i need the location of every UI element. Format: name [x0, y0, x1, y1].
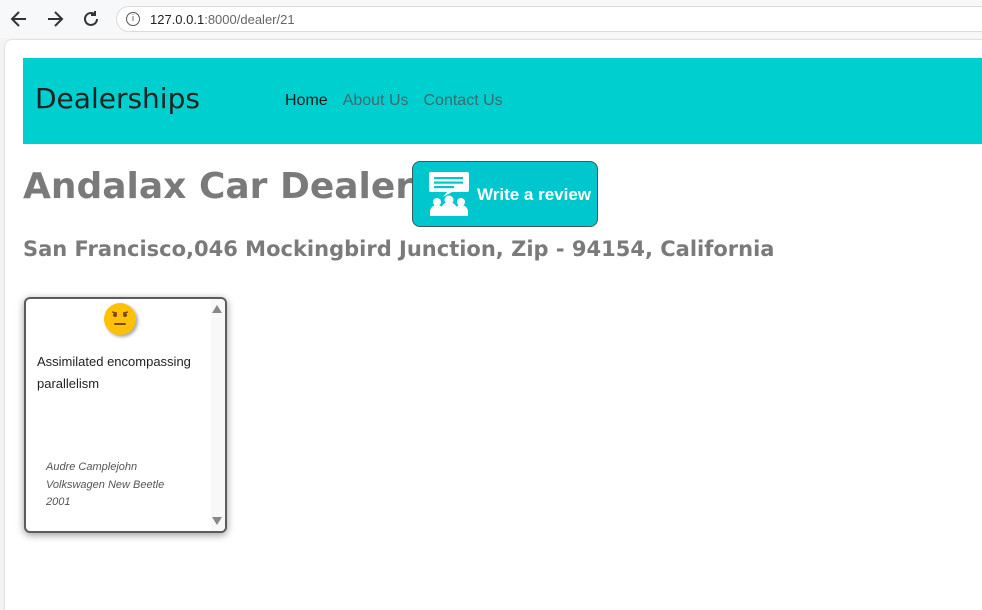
review-text: Assimilated encompassing parallelism	[37, 354, 191, 391]
write-review-label: Write a review	[477, 185, 592, 204]
page-viewport: Dealerships Home About Us Contact Us And…	[4, 39, 982, 610]
browser-toolbar: i 127.0.0.1:8000/dealer/21	[0, 0, 982, 38]
car-year: 2001	[46, 496, 71, 508]
nav-links: Home About Us Contact Us	[285, 92, 503, 110]
top-navbar: Dealerships Home About Us Contact Us	[23, 58, 982, 144]
nav-link-about[interactable]: About Us	[343, 92, 409, 110]
review-card[interactable]: Assimilated encompassing parallelism Aud…	[24, 297, 227, 533]
review-meta: Audre Camplejohn Volkswagen New Beetle 2…	[46, 459, 164, 512]
reload-icon[interactable]	[80, 8, 102, 30]
url-text: 127.0.0.1:8000/dealer/21	[150, 11, 295, 27]
info-icon[interactable]: i	[126, 12, 140, 26]
forward-arrow-icon[interactable]	[44, 8, 66, 30]
scroll-up-icon[interactable]	[212, 305, 222, 313]
review-scrollbar[interactable]	[211, 299, 225, 531]
write-review-button[interactable]: Write a review	[412, 161, 598, 227]
dealer-address: San Francisco,046 Mockingbird Junction, …	[23, 237, 775, 261]
nav-link-home[interactable]: Home	[285, 92, 328, 110]
neutral-face-icon	[104, 303, 136, 335]
nav-link-contact[interactable]: Contact Us	[424, 92, 503, 110]
scroll-down-icon[interactable]	[212, 517, 222, 525]
address-bar[interactable]: i 127.0.0.1:8000/dealer/21	[116, 6, 982, 32]
review-people-icon	[427, 171, 471, 221]
brand-title[interactable]: Dealerships	[35, 82, 200, 115]
reviewer-name: Audre Camplejohn	[46, 461, 138, 473]
car-model: Volkswagen New Beetle	[46, 478, 165, 491]
back-arrow-icon[interactable]	[8, 8, 30, 30]
